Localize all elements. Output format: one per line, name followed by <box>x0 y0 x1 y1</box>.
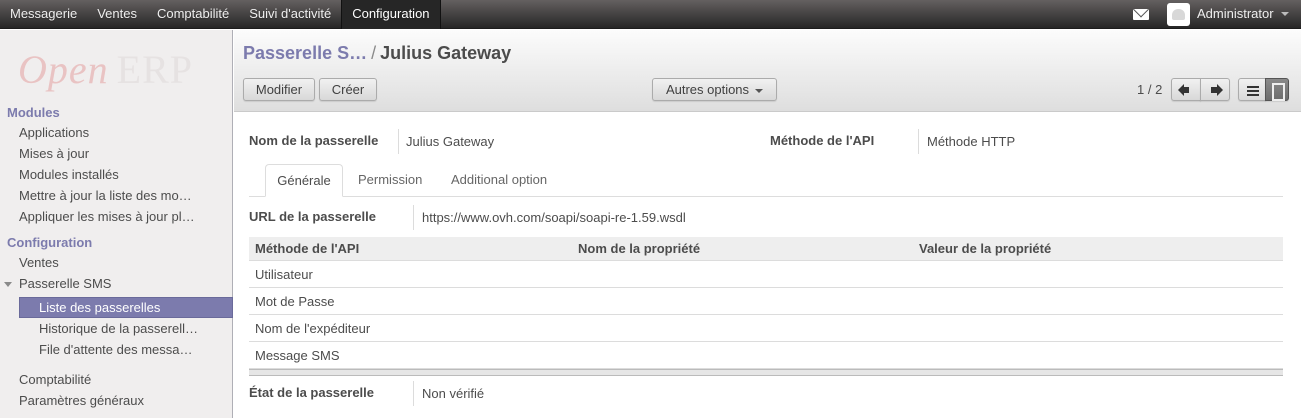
breadcrumb-separator: / <box>371 43 377 63</box>
table-row[interactable]: Mot de Passe <box>249 288 1283 315</box>
column-header-api-method[interactable]: Méthode de l'API <box>255 241 359 256</box>
sidebar-item-mises-a-jour[interactable]: Mises à jour <box>19 146 89 161</box>
field-divider <box>918 129 919 154</box>
pager-counter: 1 / 2 <box>1137 82 1163 97</box>
tab-generale[interactable]: Générale <box>265 164 343 197</box>
form-view-button[interactable] <box>1265 78 1289 101</box>
table-row[interactable]: Utilisateur <box>249 261 1283 288</box>
sidebar-section-modules: Modules <box>7 105 60 120</box>
api-method-label: Méthode de l'API <box>770 133 875 148</box>
table-row[interactable]: Message SMS <box>249 342 1283 369</box>
user-avatar[interactable] <box>1167 3 1190 26</box>
gateway-state-label: État de la passerelle <box>249 385 375 400</box>
field-divider <box>413 205 414 230</box>
tab-permission[interactable]: Permission <box>358 164 422 197</box>
main-menu: Messagerie Ventes Comptabilité Suivi d'a… <box>0 0 441 29</box>
gateway-state-value: Non vérifié <box>422 386 485 401</box>
sidebar-item-comptabilite[interactable]: Comptabilité <box>19 372 91 387</box>
sidebar-section-configuration: Configuration <box>7 235 93 250</box>
gateway-url-value: https://www.ovh.com/soapi/soapi-re-1.59.… <box>422 210 686 225</box>
gateway-url-label: URL de la passerelle <box>249 209 376 224</box>
breadcrumb-parent[interactable]: Passerelle S… <box>243 43 367 63</box>
table-cell: Message SMS <box>255 348 340 363</box>
caret-down-icon[interactable] <box>4 282 12 287</box>
sidebar-item-passerelle-sms[interactable]: Passerelle SMS <box>19 276 111 291</box>
sidebar-item-label: Liste des passerelles <box>39 300 161 315</box>
table-cell: Nom de l'expéditeur <box>255 321 371 336</box>
form-tabs: Générale Permission Additional option <box>249 164 1283 197</box>
api-method-value: Méthode HTTP <box>927 134 1016 149</box>
gateway-name-value: Julius Gateway <box>406 134 495 149</box>
field-divider <box>398 129 399 154</box>
column-header-property-value[interactable]: Valeur de la propriété <box>919 241 1051 256</box>
top-navbar: Messagerie Ventes Comptabilité Suivi d'a… <box>0 0 1301 29</box>
table-row[interactable]: Nom de l'expéditeur <box>249 315 1283 342</box>
openerp-logo[interactable]: Open ERP <box>18 46 193 92</box>
sidebar-item-file-attente[interactable]: File d'attente des messa… <box>39 342 193 357</box>
page-title: Julius Gateway <box>380 43 512 63</box>
menu-ventes[interactable]: Ventes <box>87 0 147 29</box>
table-cell: Utilisateur <box>255 267 313 282</box>
sidebar: Open ERP Modules Applications Mises à jou… <box>0 30 233 418</box>
pager-next-button[interactable] <box>1200 78 1230 101</box>
caret-down-icon <box>755 88 764 93</box>
menu-suivi-activite[interactable]: Suivi d'activité <box>239 0 341 29</box>
sidebar-item-update-list[interactable]: Mettre à jour la liste des mo… <box>19 188 192 203</box>
create-button[interactable]: Créer <box>319 78 377 101</box>
field-divider <box>413 381 414 406</box>
menu-comptabilite[interactable]: Comptabilité <box>147 0 239 29</box>
tab-additional-option[interactable]: Additional option <box>451 164 547 197</box>
sidebar-item-applications[interactable]: Applications <box>19 125 89 140</box>
mail-icon[interactable] <box>1133 9 1149 20</box>
sidebar-item-liste-passerelles[interactable]: Liste des passerelles <box>19 297 233 318</box>
sidebar-item-ventes[interactable]: Ventes <box>19 255 59 270</box>
control-panel: Passerelle S… / Julius Gateway Modifier Cr… <box>234 30 1301 112</box>
sidebar-item-parametres[interactable]: Paramètres généraux <box>19 393 144 408</box>
user-menu-name[interactable]: Administrator <box>1197 0 1274 28</box>
list-view-button[interactable] <box>1238 78 1266 101</box>
table-cell: Mot de Passe <box>255 294 335 309</box>
pager-previous-button[interactable] <box>1171 78 1201 101</box>
breadcrumb: Passerelle S… / Julius Gateway <box>243 43 511 64</box>
sidebar-item-historique[interactable]: Historique de la passerell… <box>39 321 198 336</box>
more-options-label: Autres options <box>665 82 750 97</box>
column-header-property-name[interactable]: Nom de la propriété <box>578 241 700 256</box>
more-options-dropdown[interactable]: Autres options <box>652 78 777 101</box>
properties-table-header: Méthode de l'API Nom de la propriété Val… <box>249 237 1283 261</box>
menu-configuration[interactable]: Configuration <box>341 0 441 29</box>
chevron-down-icon[interactable] <box>1281 12 1289 16</box>
menu-messagerie[interactable]: Messagerie <box>0 0 87 29</box>
table-footer <box>249 369 1283 376</box>
edit-button[interactable]: Modifier <box>243 78 315 101</box>
sidebar-item-apply-updates[interactable]: Appliquer les mises à jour pl… <box>19 209 195 224</box>
gateway-name-label: Nom de la passerelle <box>249 133 379 148</box>
sidebar-item-modules-installes[interactable]: Modules installés <box>19 167 119 182</box>
